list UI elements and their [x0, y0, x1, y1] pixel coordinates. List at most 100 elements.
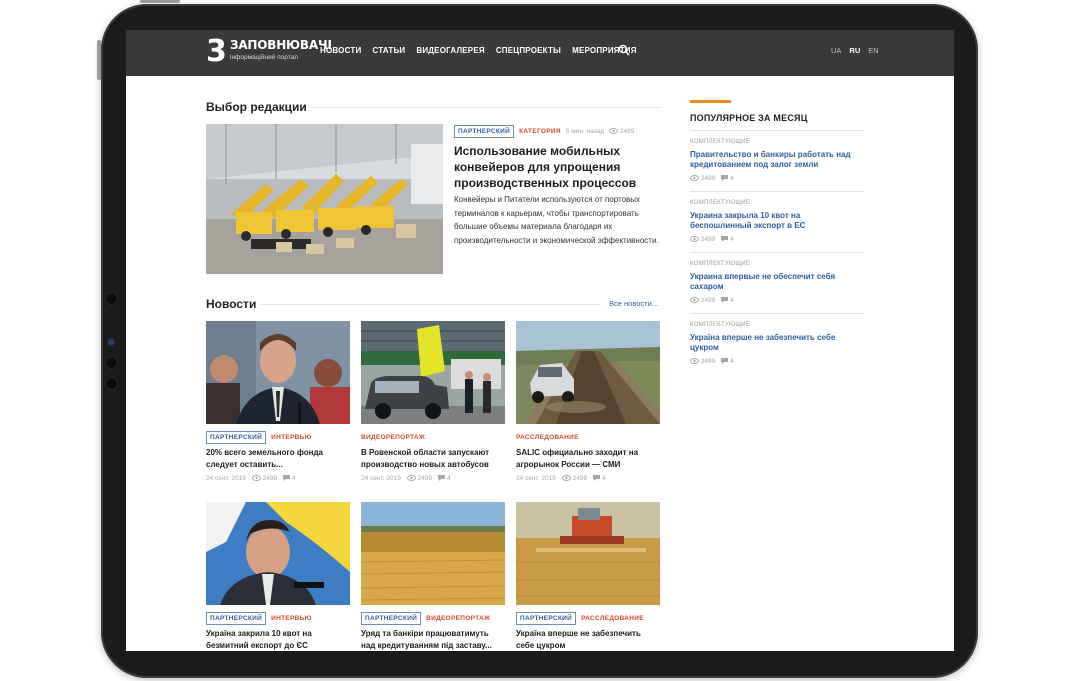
popular-category[interactable]: КОМПЛЕКТУЮЩИЕ — [690, 139, 863, 145]
featured-tags: ПАРТНЕРСКИЙ КАТЕГОРИЯ 5 мин. назад 2499 — [454, 125, 634, 138]
news-title[interactable]: Україна закрила 10 квот на безмитний екс… — [206, 628, 350, 651]
browser-screen: 3 ЗАПОВНЮВАЧІ інформаційний портал НОВОС… — [126, 30, 954, 651]
category-tag[interactable]: ИНТЕРВЬЮ — [271, 434, 311, 441]
popular-title[interactable]: Правительство и банкиры работать над кре… — [690, 150, 863, 170]
comments-count: 4 — [730, 358, 734, 365]
editors-choice-heading: Выбор редакции — [206, 100, 307, 114]
logo-name[interactable]: ЗАПОВНЮВАЧІ — [230, 38, 332, 52]
popular-title[interactable]: Україна вперше не забезпечить себе цукро… — [690, 333, 863, 353]
featured-image[interactable] — [206, 124, 443, 274]
eye-icon — [561, 475, 571, 482]
comment-icon — [438, 475, 446, 482]
partner-tag[interactable]: ПАРТНЕРСКИЙ — [516, 611, 577, 625]
popular-item[interactable]: КОМПЛЕКТУЮЩИЕ Украина закрыла 10 квот на… — [690, 191, 863, 243]
views-count: 2499 — [619, 128, 635, 135]
site-header: 3 ЗАПОВНЮВАЧІ інформаційний портал НОВОС… — [126, 30, 954, 76]
partner-tag[interactable]: ПАРТНЕРСКИЙ — [206, 430, 267, 444]
search-icon[interactable] — [618, 44, 630, 56]
eye-icon — [690, 297, 699, 304]
news-heading: Новости — [206, 297, 257, 311]
featured-title[interactable]: Использование мобильных конвейеров для у… — [454, 143, 664, 191]
logo-digit[interactable]: 3 — [206, 34, 227, 70]
news-card[interactable]: РАССЛЕДОВАНИЕ SALIC официально заходит н… — [516, 321, 660, 482]
popular-item[interactable]: КОМПЛЕКТУЮЩИЕ Правительство и банкиры ра… — [690, 130, 863, 182]
popular-meta: 2499 4 — [690, 358, 863, 365]
camera-dot — [106, 357, 117, 368]
eye-icon — [690, 236, 699, 243]
divider — [260, 304, 601, 305]
news-photo[interactable] — [516, 502, 660, 605]
volume-button — [97, 40, 101, 80]
nav-item-news[interactable]: НОВОСТИ — [320, 46, 361, 55]
category-tag[interactable]: ВИДЕОРЕПОРТАЖ — [426, 615, 490, 622]
news-date: 24 сент. 2019 — [516, 475, 556, 482]
news-card[interactable]: ПАРТНЕРСКИЙ ИНТЕРВЬЮ Україна закрила 10 … — [206, 502, 350, 651]
news-meta: 24 сент. 2019 2499 4 — [206, 475, 350, 482]
views-count: 2499 — [262, 475, 278, 482]
news-date: 24 сент. 2019 — [361, 475, 401, 482]
views-count: 2499 — [700, 297, 716, 304]
news-photo[interactable] — [361, 502, 505, 605]
comments-count: 4 — [291, 475, 296, 482]
nav-item-articles[interactable]: СТАТЬИ — [372, 46, 405, 55]
category-tag[interactable]: ИНТЕРВЬЮ — [271, 615, 311, 622]
camera-dot — [106, 293, 117, 304]
news-title[interactable]: В Ровенской области запускают производст… — [361, 447, 505, 470]
eye-icon — [251, 475, 261, 482]
eye-icon — [690, 175, 699, 182]
news-card[interactable]: ПАРТНЕРСКИЙ РАССЛЕДОВАНИЕ Україна вперше… — [516, 502, 660, 651]
nav-item-special[interactable]: СПЕЦПРОЕКТЫ — [496, 46, 561, 55]
sensor-dot — [108, 339, 114, 345]
views-count: 2499 — [700, 175, 716, 182]
featured-time: 5 мин. назад — [565, 128, 605, 135]
logo-tagline: інформаційний портал — [230, 54, 299, 61]
news-meta: 24 сент. 2019 2499 4 — [516, 475, 660, 482]
popular-category[interactable]: КОМПЛЕКТУЮЩИЕ — [690, 261, 863, 267]
news-card[interactable]: ПАРТНЕРСКИЙ ВИДЕОРЕПОРТАЖ Уряд та банкір… — [361, 502, 505, 651]
popular-item[interactable]: КОМПЛЕКТУЮЩИЕ Украина впервые не обеспеч… — [690, 252, 863, 304]
featured-description: Конвейеры и Питатели используются от пор… — [454, 195, 659, 245]
category-tag[interactable]: ВИДЕОРЕПОРТАЖ — [361, 434, 425, 441]
category-tag[interactable]: РАССЛЕДОВАНИЕ — [581, 615, 644, 622]
lang-ua[interactable]: UA — [831, 46, 841, 55]
all-news-link[interactable]: Все новости... — [609, 299, 658, 308]
lang-en[interactable]: EN — [868, 46, 878, 55]
lang-ru[interactable]: RU — [849, 46, 860, 55]
views-count: 2499 — [700, 236, 716, 243]
news-title[interactable]: Україна вперше не забезпечить себе цукро… — [516, 628, 660, 651]
comments-count: 4 — [446, 475, 451, 482]
popular-meta: 2499 4 — [690, 297, 863, 304]
nav-item-video[interactable]: ВИДЕОГАЛЕРЕЯ — [416, 46, 484, 55]
news-card[interactable]: ВИДЕОРЕПОРТАЖ В Ровенской области запуск… — [361, 321, 505, 482]
partner-tag[interactable]: ПАРТНЕРСКИЙ — [361, 611, 422, 625]
popular-heading: ПОПУЛЯРНОЕ ЗА МЕСЯЦ — [690, 113, 808, 123]
news-photo[interactable] — [361, 321, 505, 424]
category-tag[interactable]: КАТЕГОРИЯ — [519, 128, 561, 135]
news-photo[interactable] — [516, 321, 660, 424]
news-title[interactable]: Уряд та банкіри працюватимуть над кредит… — [361, 628, 505, 651]
popular-meta: 2499 4 — [690, 236, 863, 243]
popular-title[interactable]: Украина впервые не обеспечит себя сахаро… — [690, 272, 863, 292]
divider — [309, 107, 661, 108]
popular-item[interactable]: КОМПЛЕКТУЮЩИЕ Україна вперше не забезпеч… — [690, 313, 863, 365]
camera-dot — [106, 378, 117, 389]
category-tag[interactable]: РАССЛЕДОВАНИЕ — [516, 434, 579, 441]
popular-category[interactable]: КОМПЛЕКТУЮЩИЕ — [690, 200, 863, 206]
views-count: 2499 — [572, 475, 588, 482]
news-photo[interactable] — [206, 321, 350, 424]
partner-tag[interactable]: ПАРТНЕРСКИЙ — [454, 125, 515, 138]
news-card[interactable]: ПАРТНЕРСКИЙ ИНТЕРВЬЮ 20% всего земельног… — [206, 321, 350, 482]
popular-category[interactable]: КОМПЛЕКТУЮЩИЕ — [690, 322, 863, 328]
comments-count: 4 — [730, 297, 734, 304]
popular-title[interactable]: Украина закрыла 10 квот на беспошлинный … — [690, 211, 863, 231]
comments-count: 4 — [601, 475, 606, 482]
comment-icon — [721, 175, 729, 182]
comment-icon — [721, 358, 729, 365]
partner-tag[interactable]: ПАРТНЕРСКИЙ — [206, 611, 267, 625]
views-count: 2499 — [417, 475, 433, 482]
news-title[interactable]: SALIC официально заходит на агрорынок Ро… — [516, 447, 660, 470]
news-photo[interactable] — [206, 502, 350, 605]
comment-icon — [283, 475, 291, 482]
news-title[interactable]: 20% всего земельного фонда следует остав… — [206, 447, 350, 470]
news-date: 24 сент. 2019 — [206, 475, 246, 482]
